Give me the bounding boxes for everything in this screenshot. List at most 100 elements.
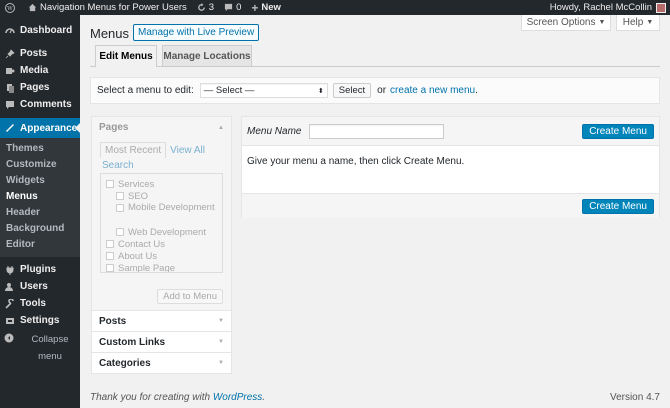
create-menu-button-top[interactable]: Create Menu — [582, 123, 654, 139]
menu-select[interactable]: — Select — ⬍ — [199, 83, 328, 98]
sidebar-item-users[interactable]: Users — [0, 278, 80, 295]
accordion-pages-header[interactable]: Pages ▲ — [92, 117, 231, 138]
triangle-up-icon: ▲ — [218, 124, 224, 131]
select-menu-bar: Select a menu to edit: — Select — ⬍ Sele… — [90, 77, 660, 104]
sidebar-item-label: Settings — [20, 315, 60, 326]
sidebar-item-settings[interactable]: Settings — [0, 312, 80, 329]
sidebar-item-dashboard[interactable]: Dashboard — [0, 22, 80, 39]
accordion-posts-header[interactable]: Posts ▼ — [92, 310, 231, 331]
sidebar-item-posts[interactable]: Posts — [0, 45, 80, 62]
period-text: . — [475, 85, 478, 96]
collapse-menu-button[interactable]: Collapse menu — [0, 331, 80, 365]
plus-icon: + — [251, 0, 259, 15]
submenu-item-background[interactable]: Background — [0, 221, 80, 237]
tab-manage-locations[interactable]: Manage Locations — [162, 45, 252, 66]
tab-most-recent[interactable]: Most Recent — [100, 142, 167, 158]
sidebar-item-comments[interactable]: Comments — [0, 96, 80, 113]
select-button[interactable]: Select — [332, 83, 372, 98]
add-menu-items-accordion: Pages ▲ Most Recent View All Search Serv… — [91, 116, 232, 374]
new-content-link[interactable]: + New — [246, 0, 286, 15]
sidebar-item-tools[interactable]: Tools — [0, 295, 80, 312]
media-icon — [4, 65, 16, 77]
caret-down-icon: ▼ — [646, 19, 654, 26]
menu-instructions: Give your menu a name, then click Create… — [247, 156, 465, 167]
add-to-menu-button[interactable]: Add to Menu — [157, 289, 223, 304]
checkbox[interactable] — [106, 264, 114, 272]
tab-edit-menus[interactable]: Edit Menus — [95, 45, 157, 67]
checkbox[interactable] — [106, 240, 114, 248]
sidebar-item-media[interactable]: Media — [0, 62, 80, 79]
submenu-item-editor[interactable]: Editor — [0, 237, 80, 253]
svg-text:W: W — [7, 6, 13, 12]
submenu-item-header[interactable]: Header — [0, 205, 80, 221]
sidebar-item-plugins[interactable]: Plugins — [0, 261, 80, 278]
page-label: Sample Page — [118, 262, 176, 273]
list-item[interactable]: Mobile Development — [106, 202, 217, 214]
tab-search[interactable]: Search — [100, 158, 138, 173]
help-label: Help — [622, 17, 644, 28]
create-menu-button-bottom[interactable]: Create Menu — [582, 198, 654, 214]
tab-view-all[interactable]: View All — [166, 143, 209, 158]
footer-period: . — [262, 392, 266, 403]
menu-edit-body: Give your menu a name, then click Create… — [242, 146, 659, 193]
page-label: Mobile Development — [128, 202, 215, 213]
list-item[interactable]: Web Development — [106, 226, 217, 238]
collapse-label: Collapse menu — [31, 334, 69, 362]
page-label: SEO — [128, 190, 149, 202]
pages-inner-tabs: Most Recent View All — [100, 142, 223, 158]
updates-link[interactable]: 3 — [192, 0, 219, 15]
manage-live-preview-button[interactable]: Manage with Live Preview — [133, 24, 260, 41]
footer-version: Version 4.7 — [609, 392, 660, 403]
accordion-custom-links-header[interactable]: Custom Links ▼ — [92, 331, 231, 352]
menu-select-value: — Select — — [203, 85, 255, 96]
comments-count: 0 — [236, 2, 242, 13]
page-label: Services — [118, 178, 155, 190]
submenu-item-menus[interactable]: Menus — [0, 189, 80, 205]
triangle-down-icon: ▼ — [218, 360, 224, 366]
checkbox[interactable] — [106, 180, 114, 188]
howdy-text: Howdy, Rachel McCollin — [549, 2, 652, 13]
create-new-menu-link[interactable]: create a new menu — [390, 85, 475, 96]
users-icon — [4, 281, 16, 293]
select-arrows-icon: ⬍ — [317, 87, 324, 95]
tab-divider — [90, 66, 660, 67]
sidebar-item-label: Tools — [20, 298, 46, 309]
comments-link[interactable]: 0 — [219, 0, 246, 15]
plugin-icon — [4, 264, 16, 276]
avatar — [656, 2, 666, 13]
checkbox[interactable] — [116, 204, 124, 212]
checkbox[interactable] — [116, 228, 124, 236]
list-item[interactable]: Sample Page — [106, 262, 217, 273]
collapse-icon — [4, 333, 16, 345]
accordion-title: Custom Links — [99, 336, 166, 348]
wordpress-link[interactable]: WordPress — [213, 392, 262, 403]
list-item[interactable]: Contact Us — [106, 238, 217, 250]
accordion-categories-header[interactable]: Categories ▼ — [92, 352, 231, 373]
submenu-item-widgets[interactable]: Widgets — [0, 173, 80, 189]
menu-name-input[interactable] — [309, 123, 445, 139]
site-name: Navigation Menus for Power Users — [40, 2, 187, 13]
help-button[interactable]: Help ▼ — [616, 15, 660, 31]
sidebar-item-appearance[interactable]: Appearance — [0, 118, 80, 138]
sidebar-item-pages[interactable]: Pages — [0, 79, 80, 96]
list-item[interactable]: Services — [106, 178, 217, 190]
checkbox[interactable] — [106, 252, 114, 260]
site-name-link[interactable]: Navigation Menus for Power Users — [23, 0, 192, 15]
wordpress-logo-icon[interactable]: W — [0, 0, 23, 15]
footer-thanks-text: Thank you for creating with — [90, 392, 213, 403]
page-label: Contact Us — [118, 238, 165, 250]
accordion-title: Categories — [99, 357, 151, 369]
checkbox[interactable] — [116, 192, 124, 200]
pages-panel: Most Recent View All Search Services SEO… — [92, 138, 231, 310]
my-account[interactable]: Howdy, Rachel McCollin — [550, 2, 670, 13]
comment-bubble-icon — [224, 3, 233, 12]
menu-edit-panel: Menu Name Create Menu Give your menu a n… — [241, 116, 660, 218]
admin-bar: W Navigation Menus for Power Users 3 0 +… — [0, 0, 670, 15]
screen-options-button[interactable]: Screen Options ▼ — [521, 15, 611, 31]
submenu-item-themes[interactable]: Themes — [0, 141, 80, 157]
list-item[interactable]: SEO — [106, 190, 217, 202]
select-menu-label: Select a menu to edit: — [97, 85, 194, 96]
list-item[interactable]: About Us — [106, 250, 217, 262]
menu-edit-header: Menu Name Create Menu — [242, 117, 659, 146]
submenu-item-customize[interactable]: Customize — [0, 157, 80, 173]
